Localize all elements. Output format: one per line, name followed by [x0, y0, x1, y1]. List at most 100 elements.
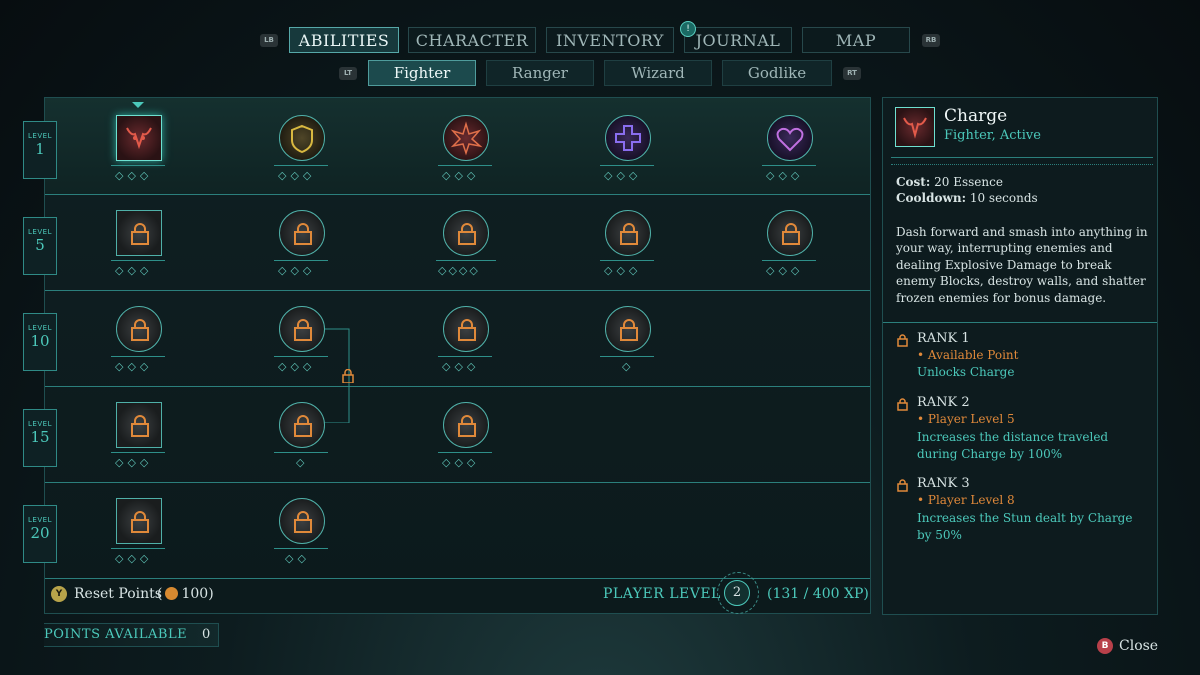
ability-node-locked[interactable] [605, 306, 651, 352]
player-level-label: PLAYER LEVEL [603, 586, 721, 602]
ability-detail-panel: Charge Fighter, Active Cost: 20 Essence … [882, 97, 1158, 615]
level-marker-20: LEVEL 20 [23, 505, 57, 563]
rank-underline [600, 260, 654, 261]
lock-icon [131, 415, 149, 437]
charge-ability-node[interactable] [116, 115, 162, 161]
rank-1-effect: Unlocks Charge [917, 365, 1015, 379]
lock-icon [294, 415, 312, 437]
xp-progress: (131 / 400 XP) [767, 586, 869, 602]
lock-icon [458, 223, 476, 245]
lock-icon [458, 319, 476, 341]
lock-icon [131, 319, 149, 341]
rank-pips: ◇ [296, 456, 309, 469]
rt-button-hint: RT [843, 67, 861, 80]
rank-pips: ◇◇◇ [115, 264, 153, 277]
rank-pips: ◇◇◇ [115, 169, 153, 182]
selected-marker-icon [132, 102, 144, 108]
rb-button-hint: RB [922, 34, 940, 47]
ability-description: Dash forward and smash into anything in … [896, 225, 1148, 305]
ability-node-locked[interactable] [116, 402, 162, 448]
ability-node-locked[interactable] [767, 210, 813, 256]
tab-character[interactable]: CHARACTER [408, 27, 536, 53]
ability-node-locked[interactable] [116, 498, 162, 544]
ability-node-locked[interactable] [279, 306, 325, 352]
tab-abilities[interactable]: ABILITIES [289, 27, 399, 53]
ability-subtitle: Fighter, Active [944, 128, 1041, 143]
rank-pips: ◇◇◇ [115, 360, 153, 373]
ability-node-locked[interactable] [116, 210, 162, 256]
rank-underline [111, 548, 165, 549]
rank-pips: ◇◇◇ [766, 169, 804, 182]
ability-node-shield-bash[interactable] [443, 115, 489, 161]
rank-pips: ◇◇◇ [278, 360, 316, 373]
reset-points-label[interactable]: Reset Points [74, 586, 162, 602]
lock-icon [294, 511, 312, 533]
ability-node-locked[interactable] [279, 210, 325, 256]
rank-pips: ◇◇◇◇ [438, 264, 480, 277]
tab-journal[interactable]: JOURNAL [684, 27, 792, 53]
ability-node-shield-slash[interactable] [279, 115, 325, 161]
rank-underline [274, 548, 328, 549]
lock-icon [782, 223, 800, 245]
tab-map[interactable]: MAP [802, 27, 910, 53]
ability-node-locked[interactable] [443, 306, 489, 352]
connector-lock-icon [342, 369, 354, 383]
ability-tree-panel: ◇◇◇ ◇◇◇ ◇◇◇ ◇◇◇ ◇◇◇ ◇◇◇ ◇◇◇ ◇◇◇◇ ◇◇◇ ◇◇◇… [44, 97, 871, 614]
rank-underline [600, 356, 654, 357]
ability-node-locked[interactable] [443, 210, 489, 256]
ability-node-arcane-cross[interactable] [605, 115, 651, 161]
rank-pips: ◇◇◇ [442, 456, 480, 469]
lt-button-hint: LT [339, 67, 357, 80]
rank-underline [274, 452, 328, 453]
rank-pips: ◇◇◇ [115, 552, 153, 565]
rank-underline [438, 165, 492, 166]
rank-underline [274, 356, 328, 357]
subtab-ranger[interactable]: Ranger [486, 60, 594, 86]
ability-node-locked[interactable] [279, 498, 325, 544]
close-button[interactable]: Close [1119, 638, 1158, 654]
tab-inventory[interactable]: INVENTORY [546, 27, 674, 53]
lock-icon [131, 223, 149, 245]
lock-icon [897, 398, 908, 411]
subtab-godlike[interactable]: Godlike [722, 60, 832, 86]
journal-alert-icon: ! [680, 21, 696, 37]
reset-cost-group: (100) [157, 586, 214, 602]
lock-icon [620, 223, 638, 245]
ability-node-heart[interactable] [767, 115, 813, 161]
subtab-fighter[interactable]: Fighter [368, 60, 476, 86]
ability-node-locked[interactable] [116, 306, 162, 352]
header-divider [891, 157, 1153, 165]
rank-pips: ◇◇◇ [278, 264, 316, 277]
level-marker-5: LEVEL 5 [23, 217, 57, 275]
rank-underline [111, 356, 165, 357]
rank-pips: ◇◇◇ [604, 169, 642, 182]
rank-underline [600, 165, 654, 166]
ability-node-locked[interactable] [605, 210, 651, 256]
rank-underline [274, 260, 328, 261]
subtab-wizard[interactable]: Wizard [604, 60, 712, 86]
charge-portrait [895, 107, 935, 147]
rank-pips: ◇ [622, 360, 635, 373]
ability-node-locked[interactable] [443, 402, 489, 448]
reset-cost-value: 100 [181, 586, 209, 602]
player-level-value: 2 [724, 580, 750, 606]
cross-icon [615, 125, 641, 151]
rank-pips: ◇◇◇ [442, 169, 480, 182]
rank-3-effect: Increases the Stun dealt by Charge by 50… [917, 511, 1133, 542]
lock-icon [897, 479, 908, 492]
bull-icon [903, 117, 927, 139]
b-button-icon[interactable]: B [1097, 638, 1113, 654]
rank-3-requirement: • Player Level 8 [917, 493, 1015, 507]
cost-line: Cost: 20 Essence [896, 175, 1003, 189]
rank-pips: ◇◇ [285, 552, 310, 565]
y-button-icon[interactable]: Y [51, 586, 67, 602]
lock-icon [294, 223, 312, 245]
rank-underline [438, 356, 492, 357]
ability-node-locked[interactable] [279, 402, 325, 448]
rank-underline [762, 165, 816, 166]
rank-1-requirement: • Available Point [917, 348, 1019, 362]
level-marker-10: LEVEL 10 [23, 313, 57, 371]
rank-underline [436, 260, 496, 261]
rank-pips: ◇◇◇ [604, 264, 642, 277]
rank-pips: ◇◇◇ [766, 264, 804, 277]
